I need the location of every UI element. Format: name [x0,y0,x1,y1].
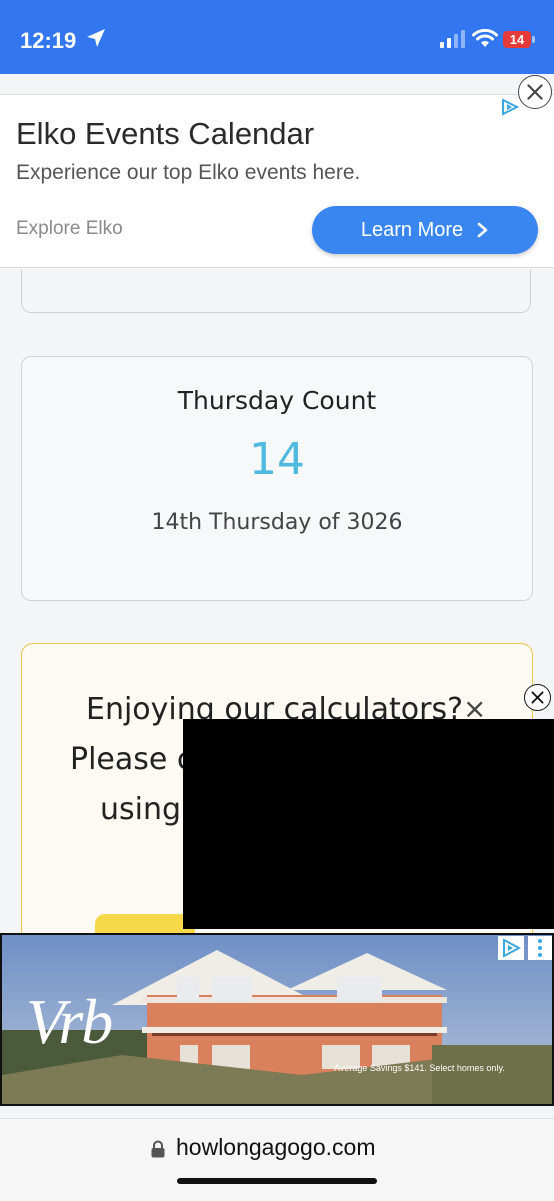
cellular-signal-icon [440,30,465,48]
ad-brand: Explore Elko [16,218,123,239]
more-options-icon[interactable] [528,936,552,960]
close-icon[interactable] [518,75,552,109]
lock-icon [151,1140,165,1158]
ad-logo: Vrb [26,986,113,1057]
previous-card [21,270,531,313]
video-ad-player[interactable] [183,719,554,929]
battery-tip [532,36,535,43]
battery-icon: 14 [503,31,531,48]
promo-line-2: Please c [70,742,194,777]
learn-more-button[interactable]: Learn More [312,206,538,254]
ad-choices-icon[interactable] [498,936,524,960]
url-text[interactable]: howlongagogo.com [176,1134,375,1161]
result-value: 14 [249,434,305,485]
home-indicator[interactable] [177,1178,377,1184]
learn-more-label: Learn More [360,218,464,241]
result-description: 14th Thursday of 3026 [151,510,403,535]
close-icon[interactable] [524,684,551,711]
status-bar [0,0,554,74]
ad-disclaimer: Average Savings $141. Select homes only. [334,1063,505,1073]
result-title: Thursday Count [177,386,377,415]
status-time: 12:19 [20,28,77,53]
promo-line-3: using [100,792,182,827]
location-arrow-icon [87,29,105,47]
ad-choices-icon[interactable] [500,98,520,116]
chevron-right-icon [477,222,488,238]
wifi-icon [472,28,498,47]
ad-title[interactable]: Elko Events Calendar [16,116,314,152]
ad-subtitle: Experience our top Elko events here. [16,161,361,184]
